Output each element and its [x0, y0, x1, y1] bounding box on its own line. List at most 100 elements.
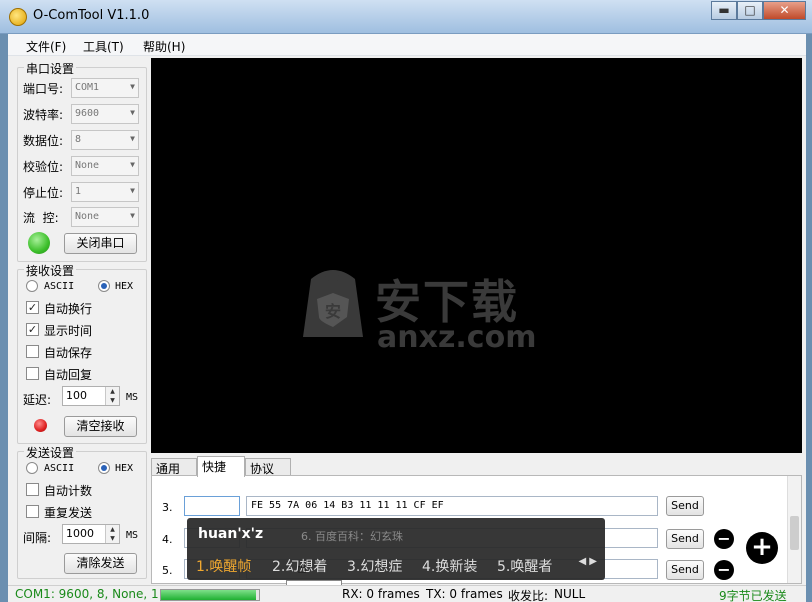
- app-icon: [9, 8, 27, 26]
- ime-page-arrows-icon[interactable]: ◀ ▶: [578, 556, 597, 567]
- baud-select[interactable]: 9600 ▼: [71, 104, 139, 124]
- receive-settings-title: 接收设置: [24, 262, 77, 279]
- status-ratio-label: 收发比:: [508, 589, 549, 602]
- port-status-led: [28, 232, 50, 254]
- ime-candidate[interactable]: 5.唤醒者: [497, 556, 552, 576]
- tab-general[interactable]: 通用: [151, 458, 197, 476]
- send-settings-title: 发送设置: [24, 444, 77, 461]
- auto-wrap-label: 自动换行: [44, 302, 93, 316]
- interval-value: 1000: [66, 527, 94, 540]
- menu-file[interactable]: 文件(F): [26, 38, 66, 55]
- receive-ascii-label: ASCII: [44, 281, 75, 292]
- title-bar: O-ComTool V1.1.0 ▬ □ ✕: [0, 0, 812, 34]
- interval-input[interactable]: 1000 ▲ ▼: [62, 524, 120, 544]
- delay-label: 延迟:: [23, 393, 52, 407]
- ime-candidate[interactable]: 4.换新装: [422, 556, 477, 576]
- ime-candidate[interactable]: 3.幻想症: [347, 556, 402, 576]
- auto-count-label: 自动计数: [44, 484, 93, 498]
- send-hex-label: HEX: [115, 463, 134, 474]
- auto-save-label: 自动保存: [44, 346, 93, 360]
- row-number: 4.: [162, 533, 173, 546]
- send-hex-radio[interactable]: [98, 462, 110, 474]
- ime-candidate-window: huan'x'z 6. 百度百科：幻玄珠 1.唤醒帧 2.幻想着 3.幻想症 4…: [187, 518, 605, 580]
- auto-reply-checkbox[interactable]: [26, 367, 39, 380]
- hand-cursor-icon: ☝: [297, 558, 307, 577]
- port-select[interactable]: COM1 ▼: [71, 78, 139, 98]
- menu-help[interactable]: 帮助(H): [143, 38, 185, 55]
- clear-send-button[interactable]: 清除发送: [64, 553, 137, 574]
- status-ratio-value: NULL: [554, 587, 586, 601]
- chevron-down-icon: ▼: [130, 211, 135, 220]
- ime-candidate[interactable]: 1.唤醒帧: [196, 556, 251, 576]
- receive-ascii-radio[interactable]: [26, 280, 38, 292]
- remove-row-icon[interactable]: −: [714, 529, 734, 549]
- close-port-button[interactable]: 关闭串口: [64, 233, 137, 254]
- interval-label: 间隔:: [23, 531, 52, 545]
- show-time-checkbox[interactable]: ✓: [26, 323, 39, 336]
- stopbits-select[interactable]: 1 ▼: [71, 182, 139, 202]
- tab-protocol[interactable]: 协议: [245, 458, 291, 476]
- ime-hint: 6. 百度百科：幻玄珠: [301, 530, 403, 543]
- delay-value: 100: [66, 389, 87, 402]
- chevron-down-icon: ▼: [130, 186, 135, 195]
- add-row-icon[interactable]: +: [746, 532, 778, 564]
- send-button[interactable]: Send: [666, 496, 704, 516]
- status-port: COM1: 9600, 8, None, 1: [15, 587, 159, 601]
- receive-terminal[interactable]: 安 安下载 anxz.com: [151, 58, 802, 453]
- send-ascii-label: ASCII: [44, 463, 75, 474]
- row-data-input[interactable]: FE 55 7A 06 14 B3 11 11 11 CF EF: [246, 496, 658, 516]
- row-label-input[interactable]: [184, 496, 240, 516]
- status-sent: 9字节已发送: [719, 589, 787, 602]
- menu-bar: 文件(F) 工具(T) 帮助(H): [8, 34, 806, 56]
- send-button[interactable]: Send: [666, 529, 704, 549]
- auto-reply-label: 自动回复: [44, 368, 93, 382]
- auto-count-checkbox[interactable]: [26, 483, 39, 496]
- menu-tools[interactable]: 工具(T): [83, 38, 124, 55]
- maximize-button[interactable]: □: [737, 1, 763, 20]
- clear-receive-button[interactable]: 清空接收: [64, 416, 137, 437]
- databits-label: 数据位:: [23, 134, 64, 148]
- send-button[interactable]: Send: [666, 560, 704, 580]
- serial-settings-title: 串口设置: [24, 60, 77, 77]
- repeat-send-checkbox[interactable]: [26, 505, 39, 518]
- watermark-url: anxz.com: [377, 320, 537, 355]
- row-number: 3.: [162, 501, 173, 514]
- baud-label: 波特率:: [23, 108, 64, 122]
- receive-hex-radio[interactable]: [98, 280, 110, 292]
- main-window: 文件(F) 工具(T) 帮助(H) 串口设置 端口号: COM1 ▼ 波特率: 9…: [8, 34, 806, 602]
- send-ascii-radio[interactable]: [26, 462, 38, 474]
- databits-value: 8: [75, 134, 82, 145]
- stopbits-value: 1: [75, 186, 82, 197]
- delay-unit: MS: [126, 392, 139, 403]
- parity-label: 校验位:: [23, 160, 64, 174]
- auto-save-checkbox[interactable]: [26, 345, 39, 358]
- chevron-down-icon: ▼: [130, 108, 135, 117]
- interval-unit: MS: [126, 530, 139, 541]
- parity-select[interactable]: None ▼: [71, 156, 139, 176]
- parity-value: None: [75, 160, 100, 171]
- flow-select[interactable]: None ▼: [71, 207, 139, 227]
- row-number: 5.: [162, 564, 173, 577]
- scrollbar-thumb[interactable]: [790, 516, 799, 550]
- remove-row-icon[interactable]: −: [714, 560, 734, 580]
- chevron-down-icon: ▼: [130, 160, 135, 169]
- repeat-send-label: 重复发送: [44, 506, 93, 520]
- stopbits-label: 停止位:: [23, 186, 64, 200]
- delay-input[interactable]: 100 ▲ ▼: [62, 386, 120, 406]
- spin-arrows-icon[interactable]: ▲ ▼: [105, 387, 119, 405]
- port-value: COM1: [75, 82, 100, 93]
- minimize-button[interactable]: ▬: [711, 1, 737, 20]
- tab-quick[interactable]: 快捷: [197, 456, 245, 477]
- flow-value: None: [75, 211, 100, 222]
- port-label: 端口号:: [23, 82, 64, 96]
- status-tx: TX: 0 frames: [426, 587, 503, 601]
- shield-bag-icon: 安: [303, 270, 363, 337]
- close-button[interactable]: ✕: [763, 1, 806, 20]
- databits-select[interactable]: 8 ▼: [71, 130, 139, 150]
- svg-text:安: 安: [325, 302, 341, 321]
- receive-hex-label: HEX: [115, 281, 134, 292]
- spin-arrows-icon[interactable]: ▲ ▼: [105, 525, 119, 543]
- auto-wrap-checkbox[interactable]: ✓: [26, 301, 39, 314]
- progress-fill: [161, 590, 257, 600]
- quick-panel-scrollbar[interactable]: [787, 476, 801, 583]
